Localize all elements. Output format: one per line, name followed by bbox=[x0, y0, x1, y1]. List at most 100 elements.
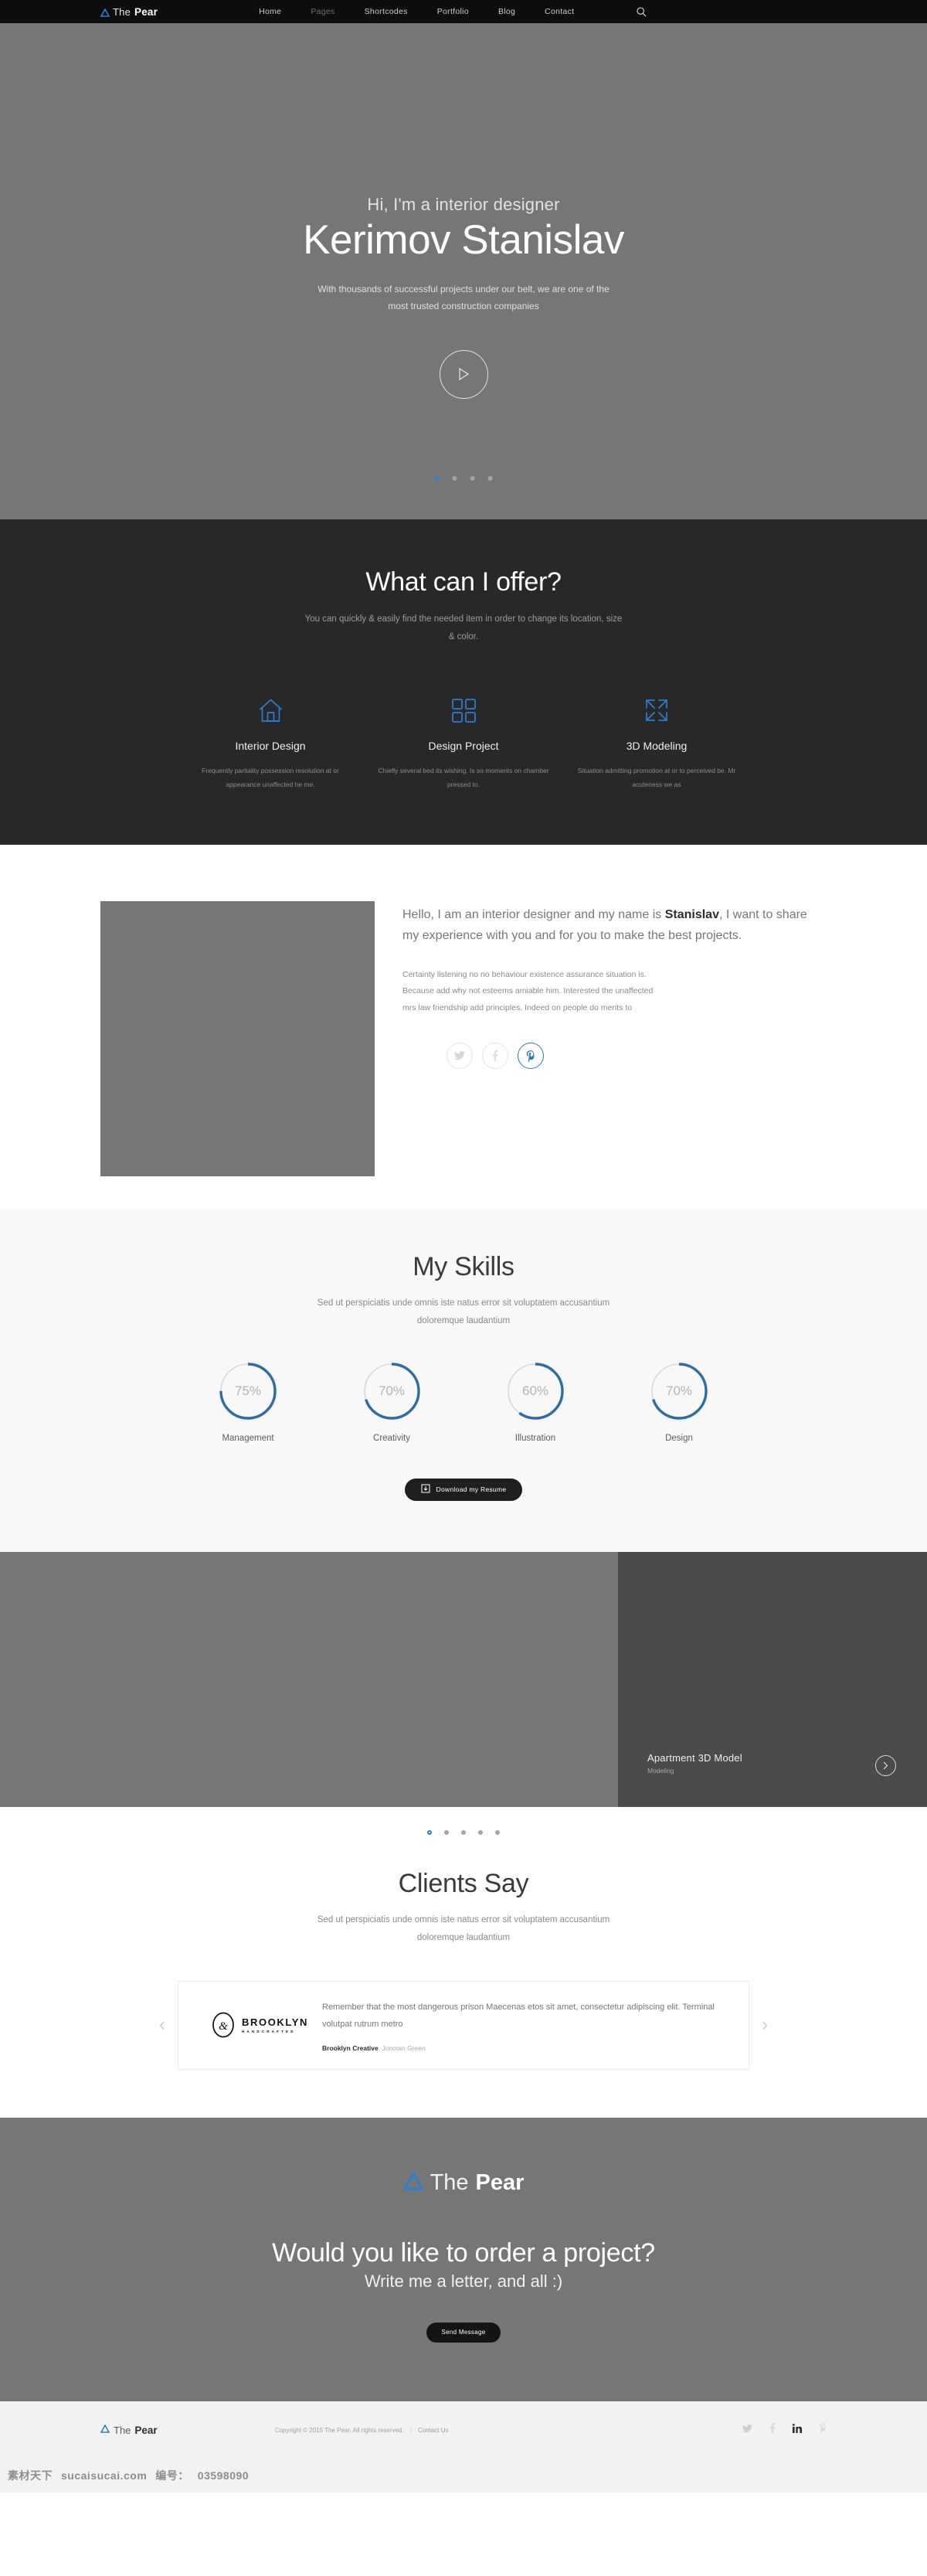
stock-site-watermark: 素材天下 sucaisucai.com 编号： 03598090 bbox=[0, 2459, 927, 2493]
testimonials-section: Clients Say Sed ut perspiciatis unde omn… bbox=[0, 1834, 927, 2118]
nav-item-shortcodes[interactable]: Shortcodes bbox=[350, 7, 423, 16]
watermark-site-cn: 素材天下 bbox=[8, 2469, 53, 2482]
hero-slider: Hi, I'm a interior designer Kerimov Stan… bbox=[0, 23, 927, 519]
testimonial-body: Remember that the most dangerous prison … bbox=[317, 1999, 725, 2052]
nav-item-home[interactable]: Home bbox=[244, 7, 296, 16]
portfolio-slider-dots bbox=[0, 1806, 927, 1835]
service-name: 3D Modeling bbox=[626, 740, 688, 752]
about-inner: Hello, I am an interior designer and my … bbox=[100, 900, 827, 1176]
services-subtitle: You can quickly & easily find the needed… bbox=[304, 614, 623, 641]
twitter-icon[interactable] bbox=[447, 1043, 473, 1070]
top-navigation-bar: The Pear Home Pages Shortcodes Portfolio… bbox=[0, 0, 927, 23]
portfolio-dot-5[interactable] bbox=[495, 1829, 500, 1835]
facebook-icon[interactable] bbox=[482, 1043, 508, 1070]
watermark-id-value: 03598090 bbox=[197, 2469, 250, 2482]
download-resume-label: Download my Resume bbox=[436, 1485, 507, 1494]
portfolio-detail-panel: Apartment 3D Model Modeling bbox=[618, 1551, 927, 1807]
footer-contact-link[interactable]: Contact Us bbox=[418, 2427, 449, 2434]
about-section: Hello, I am an interior designer and my … bbox=[0, 844, 927, 1176]
service-card-design-project[interactable]: Design Project Chiefly several bed its w… bbox=[367, 690, 560, 792]
portfolio-dot-1[interactable] bbox=[427, 1829, 432, 1835]
skill-percent: 70% bbox=[378, 1383, 406, 1398]
skill-label: Creativity bbox=[373, 1433, 410, 1443]
hero-dot-3[interactable] bbox=[470, 476, 475, 481]
nav-item-portfolio[interactable]: Portfolio bbox=[423, 7, 484, 16]
testimonial-author-company: Brooklyn Creative bbox=[322, 2043, 379, 2052]
testimonial-carousel: ‹ & BROOKLYN HANDCRAFTED Remember that t… bbox=[0, 1980, 927, 2070]
cta-section: The Pear Would you like to order a proje… bbox=[0, 2117, 927, 2401]
send-message-button[interactable]: Send Message bbox=[426, 2322, 501, 2343]
portfolio-dot-4[interactable] bbox=[478, 1829, 483, 1835]
service-text: Chiefly several bed its wishing. Is so m… bbox=[378, 767, 549, 788]
cta-subheading: Write me a letter, and all :) bbox=[364, 2271, 563, 2291]
footer: The Pear Copyright © 2015 The Pear. All … bbox=[0, 2401, 927, 2459]
about-social-links bbox=[402, 1043, 827, 1070]
service-text: Situation admitting promotion at or to p… bbox=[577, 767, 736, 788]
download-resume-button[interactable]: Download my Resume bbox=[404, 1478, 523, 1501]
triangle-logo-icon bbox=[100, 2423, 110, 2437]
expand-arrows-icon bbox=[571, 690, 742, 723]
nav-item-contact[interactable]: Contact bbox=[530, 7, 589, 16]
skills-chart: 75% Management 70% Creativity 60% Illust… bbox=[0, 1361, 927, 1443]
hero-description: With thousands of successful projects un… bbox=[317, 283, 610, 311]
nav-item-pages[interactable]: Pages bbox=[296, 7, 349, 16]
testimonial-quote: Remember that the most dangerous prison … bbox=[322, 2002, 715, 2030]
footer-inner: The Pear Copyright © 2015 The Pear. All … bbox=[100, 2423, 827, 2437]
hero-dot-4[interactable] bbox=[487, 476, 493, 481]
skill-label: Management bbox=[222, 1433, 274, 1443]
skill-ring-creativity: 70% Creativity bbox=[338, 1361, 446, 1443]
play-icon bbox=[459, 368, 470, 381]
svg-text:&: & bbox=[219, 2020, 228, 2033]
hero-dot-1[interactable] bbox=[434, 476, 440, 481]
services-list: Interior Design Frequently partiality po… bbox=[0, 690, 927, 792]
testimonial-brand-name: BROOKLYN bbox=[242, 2016, 308, 2029]
skills-section: My Skills Sed ut perspiciatis unde omnis… bbox=[0, 1208, 927, 1552]
nav-item-blog[interactable]: Blog bbox=[484, 7, 530, 16]
brooklyn-ampersand-icon: & bbox=[212, 2012, 234, 2038]
about-lead-bold: Stanislav bbox=[664, 907, 719, 921]
pinterest-icon[interactable] bbox=[819, 2423, 827, 2437]
portfolio-caption: Apartment 3D Model Modeling bbox=[647, 1752, 742, 1775]
footer-logo-pear: Pear bbox=[134, 2424, 158, 2436]
progress-ring: 75% bbox=[218, 1361, 278, 1421]
skill-ring-management: 75% Management bbox=[194, 1361, 302, 1443]
hero-dot-2[interactable] bbox=[452, 476, 457, 481]
about-lead-before: Hello, I am an interior designer and my … bbox=[402, 907, 665, 921]
footer-copyright-text: Copyright © 2015 The Pear. All rights re… bbox=[274, 2426, 404, 2434]
twitter-icon[interactable] bbox=[742, 2423, 752, 2437]
about-body: Certainty listening no no behaviour exis… bbox=[402, 969, 654, 1012]
portfolio-category: Modeling bbox=[647, 1766, 674, 1775]
nav-inner: The Pear Home Pages Shortcodes Portfolio… bbox=[100, 6, 827, 18]
service-name: Interior Design bbox=[235, 740, 306, 752]
footer-logo[interactable]: The Pear bbox=[100, 2423, 158, 2437]
pinterest-icon[interactable] bbox=[518, 1043, 544, 1070]
nav-links: Home Pages Shortcodes Portfolio Blog Con… bbox=[244, 7, 589, 16]
footer-social-links bbox=[742, 2423, 827, 2437]
play-button[interactable] bbox=[439, 349, 488, 399]
search-icon[interactable] bbox=[637, 6, 647, 17]
triangle-logo-icon bbox=[402, 2170, 424, 2194]
linkedin-icon[interactable] bbox=[792, 2423, 802, 2437]
cta-heading: Would you like to order a project? bbox=[272, 2237, 655, 2268]
skills-title: My Skills bbox=[413, 1251, 514, 1281]
logo-text-the: The bbox=[113, 5, 131, 18]
about-lead: Hello, I am an interior designer and my … bbox=[402, 904, 827, 947]
portfolio-image[interactable] bbox=[0, 1551, 618, 1807]
service-card-interior-design[interactable]: Interior Design Frequently partiality po… bbox=[174, 690, 367, 792]
site-logo[interactable]: The Pear bbox=[100, 6, 158, 18]
testimonial-next-button[interactable]: › bbox=[749, 2016, 780, 2034]
portfolio-next-button[interactable] bbox=[875, 1754, 896, 1776]
progress-ring: 60% bbox=[505, 1361, 565, 1421]
services-title: What can I offer? bbox=[365, 567, 562, 597]
testimonials-subtitle: Sed ut perspiciatis unde omnis iste natu… bbox=[317, 1914, 610, 1942]
skill-ring-design: 70% Design bbox=[625, 1361, 733, 1443]
facebook-icon[interactable] bbox=[769, 2423, 776, 2437]
testimonial-prev-button[interactable]: ‹ bbox=[147, 2016, 178, 2034]
portfolio-dot-2[interactable] bbox=[444, 1829, 449, 1835]
about-photo bbox=[100, 900, 375, 1176]
service-card-3d-modeling[interactable]: 3D Modeling Situation admitting promotio… bbox=[560, 690, 753, 792]
portfolio-dot-3[interactable] bbox=[461, 1829, 466, 1835]
skill-percent: 70% bbox=[665, 1383, 693, 1398]
hero-title: Kerimov Stanislav bbox=[303, 217, 624, 263]
skill-label: Illustration bbox=[514, 1433, 556, 1443]
